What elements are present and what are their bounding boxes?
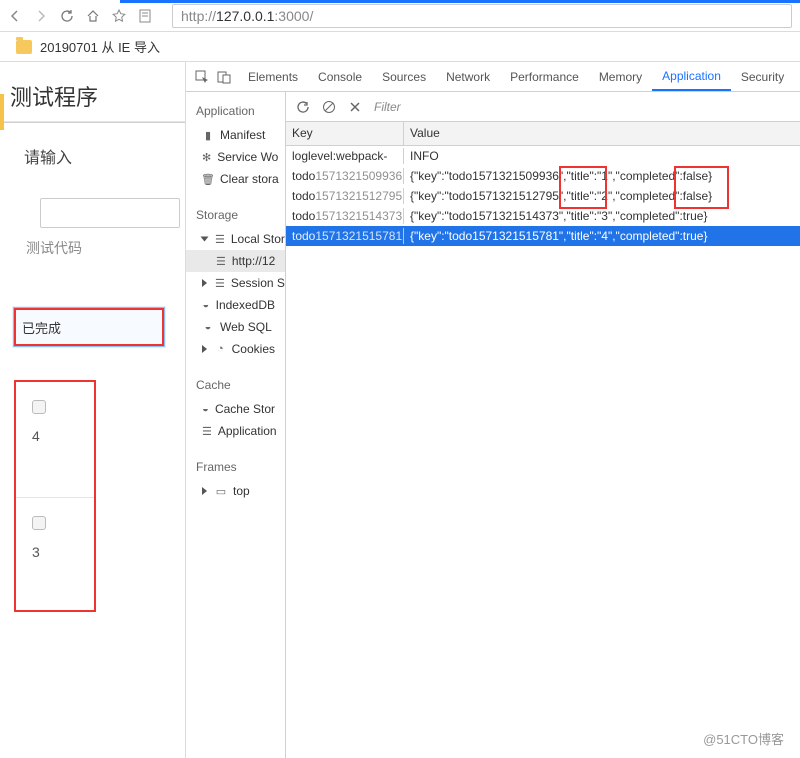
storage-icon: ☰: [202, 425, 212, 437]
tab-sources[interactable]: Sources: [372, 62, 436, 91]
sidebar-head-application: Application: [186, 98, 285, 124]
todo-input[interactable]: [40, 198, 180, 228]
storage-toolbar: [286, 92, 800, 122]
storage-table: Key Value loglevel:webpack- INFO todo157…: [286, 122, 800, 758]
tab-elements[interactable]: Elements: [238, 62, 308, 91]
list-item-label: 4: [32, 428, 40, 444]
storage-icon: ☰: [215, 277, 225, 289]
star-icon[interactable]: [112, 9, 126, 23]
table-row[interactable]: todo1571321509936 {"key":"todo1571321509…: [286, 166, 800, 186]
chevron-right-icon: [202, 345, 207, 353]
storage-icon: ☰: [216, 255, 226, 267]
table-row[interactable]: todo1571321512795 {"key":"todo1571321512…: [286, 186, 800, 206]
clear-icon[interactable]: [322, 100, 336, 114]
sidebar-item-origin[interactable]: ☰http://12: [186, 250, 285, 272]
bookmark-item[interactable]: 20190701 从 IE 导入: [40, 37, 160, 56]
col-header-value[interactable]: Value: [404, 122, 800, 145]
url-port: :3000/: [274, 8, 313, 24]
code-label: 测试代码: [0, 228, 185, 258]
tab-security[interactable]: Security: [731, 62, 794, 91]
forward-icon[interactable]: [34, 9, 48, 23]
watermark: @51CTO博客: [703, 729, 784, 748]
sidebar-item-manifest[interactable]: ▮Manifest: [186, 124, 285, 146]
list-item: 3: [16, 498, 94, 614]
table-row[interactable]: todo1571321514373 {"key":"todo1571321514…: [286, 206, 800, 226]
list-item-label: 3: [32, 544, 40, 560]
folder-icon: [16, 40, 32, 54]
table-row[interactable]: todo1571321515781 {"key":"todo1571321515…: [286, 226, 800, 246]
col-header-key[interactable]: Key: [286, 122, 404, 145]
sidebar-item-cache-storage[interactable]: ◒Cache Stor: [186, 398, 285, 420]
sidebar-item-frame-top[interactable]: ▭top: [186, 480, 285, 502]
url-host: 127.0.0.1: [216, 8, 274, 24]
inspect-icon[interactable]: [194, 69, 210, 85]
tab-memory[interactable]: Memory: [589, 62, 652, 91]
sidebar-item-session-storage[interactable]: ☰Session Sto: [186, 272, 285, 294]
page-title: 测试程序: [0, 62, 185, 120]
delete-icon[interactable]: [348, 100, 362, 114]
chevron-right-icon: [202, 279, 207, 287]
url-scheme: http://: [181, 8, 216, 24]
sidebar-item-service-workers[interactable]: ✻Service Wo: [186, 146, 285, 168]
gear-icon: ✻: [202, 151, 211, 163]
back-icon[interactable]: [8, 9, 22, 23]
tab-performance[interactable]: Performance: [500, 62, 589, 91]
database-icon: ◒: [202, 299, 210, 311]
devtools-tab-strip: Elements Console Sources Network Perform…: [186, 62, 800, 92]
page-loading-bar: [120, 0, 800, 3]
devtools-panel: Elements Console Sources Network Perform…: [186, 62, 800, 758]
sidebar-item-websql[interactable]: ◒Web SQL: [186, 316, 285, 338]
home-icon[interactable]: [86, 9, 100, 23]
completed-section-header[interactable]: 已完成: [14, 308, 164, 346]
storage-main-panel: Key Value loglevel:webpack- INFO todo157…: [286, 92, 800, 758]
filter-input[interactable]: [374, 97, 790, 117]
database-icon: ◒: [202, 321, 214, 333]
sidebar-head-cache: Cache: [186, 372, 285, 398]
tab-application[interactable]: Application: [652, 62, 731, 91]
page-viewport: 测试程序 请输入 测试代码 已完成 4 3: [0, 62, 186, 758]
sidebar-head-frames: Frames: [186, 454, 285, 480]
chevron-right-icon: [202, 487, 207, 495]
checkbox[interactable]: [32, 400, 46, 414]
address-bar[interactable]: http://127.0.0.1:3000/: [172, 4, 792, 28]
devtools-sidebar: Application ▮Manifest ✻Service Wo 🗑Clear…: [186, 92, 286, 758]
table-header: Key Value: [286, 122, 800, 146]
refresh-icon[interactable]: [60, 9, 74, 23]
file-icon: ▮: [202, 129, 214, 141]
window-icon: ▭: [215, 485, 227, 497]
sidebar-item-cookies[interactable]: ◔Cookies: [186, 338, 285, 360]
highlight-stripe: [0, 94, 4, 130]
browser-toolbar: http://127.0.0.1:3000/: [0, 0, 800, 32]
bookmark-bar: 20190701 从 IE 导入: [0, 32, 800, 62]
chevron-down-icon: [201, 237, 209, 242]
storage-icon: ☰: [215, 233, 225, 245]
cookie-icon: ◔: [215, 343, 226, 355]
completed-label: 已完成: [22, 318, 61, 337]
refresh-icon[interactable]: [296, 100, 310, 114]
sidebar-item-clear-storage[interactable]: 🗑Clear stora: [186, 168, 285, 190]
trash-icon: 🗑: [202, 173, 214, 185]
sidebar-head-storage: Storage: [186, 202, 285, 228]
list-item: 4: [16, 382, 94, 498]
sidebar-item-indexeddb[interactable]: ◒IndexedDB: [186, 294, 285, 316]
completed-list: 4 3: [14, 380, 96, 612]
device-toggle-icon[interactable]: [216, 69, 232, 85]
checkbox[interactable]: [32, 516, 46, 530]
database-icon: ◒: [202, 403, 209, 415]
sidebar-item-local-storage[interactable]: ☰Local Stora: [186, 228, 285, 250]
input-label: 请输入: [0, 122, 185, 178]
tab-console[interactable]: Console: [308, 62, 372, 91]
sidebar-item-application-cache[interactable]: ☰Application: [186, 420, 285, 442]
tab-network[interactable]: Network: [436, 62, 500, 91]
table-row[interactable]: loglevel:webpack- INFO: [286, 146, 800, 166]
note-icon[interactable]: [138, 9, 152, 23]
